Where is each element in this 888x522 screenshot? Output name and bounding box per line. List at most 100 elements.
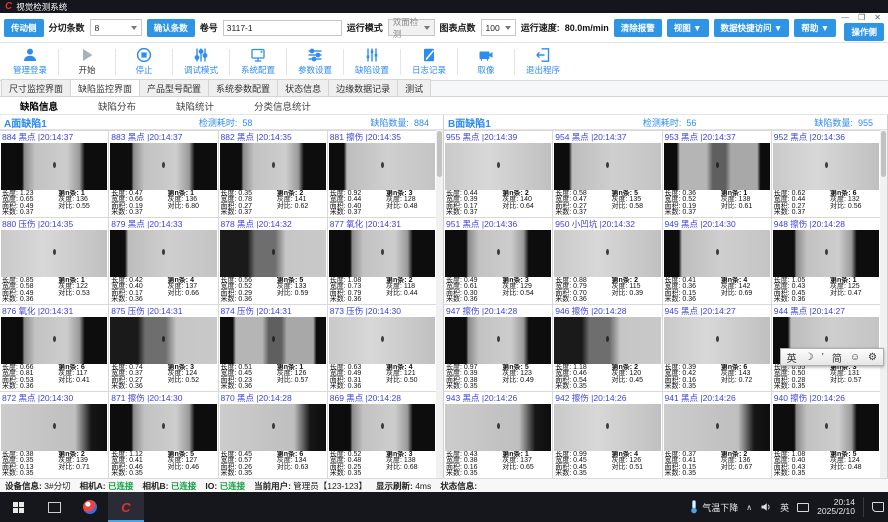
defect-cell[interactable]: 942 擦伤 |20:14:26 长度: 0.99宽度: 0.45面积: 0.4…: [553, 392, 661, 478]
defect-cell[interactable]: 879 黑点 |20:14:33 长度: 0.42宽度: 0.40面积: 0.1…: [109, 218, 217, 304]
help-menu-button[interactable]: 帮助 ▼: [794, 19, 836, 37]
scrollbar-thumb[interactable]: [437, 131, 442, 177]
defect-cell[interactable]: 872 黑点 |20:14:30 长度: 0.38宽度: 0.35面积: 0.1…: [0, 392, 108, 478]
defect-cell[interactable]: 883 黑点 |20:14:37 长度: 0.47宽度: 0.66面积: 0.1…: [109, 131, 217, 217]
defect-cell[interactable]: 869 黑点 |20:14:28 长度: 0.52宽度: 0.48面积: 0.2…: [328, 392, 436, 478]
emoji-icon[interactable]: ☺: [850, 352, 860, 363]
cell-contrast: 对比: 6.80: [168, 204, 216, 210]
action-center-icon[interactable]: [872, 502, 884, 512]
roll-number-input[interactable]: [223, 20, 342, 36]
tab-main-缺陷监控界面[interactable]: 缺陷监控界面: [70, 79, 140, 96]
defect-cell[interactable]: 877 氧化 |20:14:31 长度: 1.08宽度: 0.73面积: 0.7…: [328, 218, 436, 304]
panel-b-scrollbar[interactable]: [880, 130, 887, 478]
toolbar-button-sliders-h[interactable]: 参数设置: [287, 47, 343, 76]
slit-count-select[interactable]: 8: [90, 19, 142, 36]
panel-a-scrollbar[interactable]: [436, 130, 443, 478]
language-indicator[interactable]: 英: [780, 501, 789, 514]
defect-cell[interactable]: 881 擦伤 |20:14:35 长度: 0.92宽度: 0.44面积: 0.4…: [328, 131, 436, 217]
tab-sub-缺陷统计[interactable]: 缺陷统计: [156, 99, 234, 113]
defect-cell-header: 949 黑点 |20:14:30: [663, 218, 771, 230]
defect-cell[interactable]: 941 黑点 |20:14:26 长度: 0.37宽度: 0.41面积: 0.1…: [663, 392, 771, 478]
tab-sub-缺陷信息[interactable]: 缺陷信息: [0, 99, 78, 113]
defect-cell[interactable]: 946 擦伤 |20:14:28 长度: 1.18宽度: 0.46面积: 0.5…: [553, 305, 661, 391]
data-quick-access-menu-button[interactable]: 数据快捷访问 ▼: [714, 19, 790, 37]
chart-points-select[interactable]: 100: [481, 19, 516, 36]
volume-icon[interactable]: [760, 501, 772, 513]
task-view-button[interactable]: [36, 492, 72, 522]
sogou-ime-taskbar-button[interactable]: [72, 492, 108, 522]
defect-cell[interactable]: 880 压伤 |20:14:35 长度: 0.85宽度: 0.58面积: 0.4…: [0, 218, 108, 304]
scrollbar-thumb[interactable]: [881, 131, 886, 177]
cell-metrics-left: 长度: 0.62宽度: 0.44面积: 0.27米数: 0.37: [774, 191, 830, 217]
tab-main-测试[interactable]: 测试: [397, 79, 431, 96]
punctuation-icon[interactable]: ’: [822, 352, 824, 363]
defect-cell[interactable]: 955 黑点 |20:14:39 长度: 0.44宽度: 0.39面积: 0.1…: [444, 131, 552, 217]
toolbar-button-monitor[interactable]: 系统配置: [230, 47, 286, 76]
toolbar-button-log[interactable]: 日志记录: [401, 47, 457, 76]
tab-main-系统参数配置[interactable]: 系统参数配置: [208, 79, 278, 96]
close-icon[interactable]: ✕: [874, 14, 881, 22]
minimize-icon[interactable]: —: [841, 14, 849, 22]
tab-main-状态信息[interactable]: 状态信息: [277, 79, 329, 96]
toolbar-button-sliders-v[interactable]: 调试模式: [173, 47, 229, 76]
defect-cell[interactable]: 949 黑点 |20:14:30 长度: 0.41宽度: 0.36面积: 0.1…: [663, 218, 771, 304]
defect-cell[interactable]: 876 氧化 |20:14:31 长度: 0.66宽度: 0.81面积: 0.5…: [0, 305, 108, 391]
cell-meters: 米数: 0.36: [330, 384, 386, 390]
defect-cell[interactable]: 871 擦伤 |20:14:30 长度: 1.12宽度: 0.41面积: 0.4…: [109, 392, 217, 478]
defect-mark: [272, 336, 275, 342]
defect-cell[interactable]: 882 黑点 |20:14:35 长度: 0.35宽度: 0.78面积: 0.2…: [219, 131, 327, 217]
defect-cell-info: 长度: 1.23宽度: 0.65面积: 0.49米数: 0.37 第n条: 1灰…: [0, 190, 108, 217]
defect-cell[interactable]: 870 黑点 |20:14:28 长度: 0.45宽度: 0.57面积: 0.2…: [219, 392, 327, 478]
cell-contrast: 对比: 0.45: [612, 378, 660, 384]
drive-side-button[interactable]: 传动侧: [4, 19, 44, 37]
cell-contrast: 对比: 0.61: [721, 204, 769, 210]
toolbar-button-levels[interactable]: 缺陷设置: [344, 47, 400, 76]
ime-mode-icon[interactable]: ☽: [805, 352, 814, 363]
operate-side-button[interactable]: 操作侧: [844, 23, 884, 41]
defect-cell[interactable]: 952 黑点 |20:14:36 长度: 0.62宽度: 0.44面积: 0.2…: [772, 131, 880, 217]
maximize-icon[interactable]: ❐: [858, 14, 865, 22]
defect-cell[interactable]: 953 黑点 |20:14:37 长度: 0.36宽度: 0.52面积: 0.1…: [663, 131, 771, 217]
toolbar-button-user[interactable]: 管理登录: [2, 47, 58, 76]
defect-cell[interactable]: 945 黑点 |20:14:27 长度: 0.39宽度: 0.42面积: 0.1…: [663, 305, 771, 391]
view-menu-button[interactable]: 视图 ▼: [667, 19, 709, 37]
defect-cell[interactable]: 950 小凹坑 |20:14:32 长度: 0.88宽度: 0.79面积: 0.…: [553, 218, 661, 304]
defect-cell[interactable]: 884 黑点 |20:14:37 长度: 1.23宽度: 0.65面积: 0.4…: [0, 131, 108, 217]
cell-contrast: 对比: 0.52: [168, 378, 216, 384]
start-button[interactable]: [0, 492, 36, 522]
sogou-ime-icon: [83, 500, 97, 514]
run-mode-select[interactable]: 双面检测: [388, 19, 435, 36]
defect-cell[interactable]: 948 擦伤 |20:14:28 长度: 1.05宽度: 0.43面积: 0.4…: [772, 218, 880, 304]
clear-alarm-button[interactable]: 清除报警: [614, 19, 662, 37]
toolbar-button-stop[interactable]: 停止: [116, 47, 172, 76]
tray-expand-icon[interactable]: ∧: [746, 503, 752, 512]
toolbar-button-exit[interactable]: 退出程序: [515, 47, 571, 76]
confirm-count-button[interactable]: 确认条数: [147, 19, 195, 37]
lang-en-toggle[interactable]: 英: [787, 350, 797, 365]
tab-main-产品型号配置[interactable]: 产品型号配置: [139, 79, 209, 96]
tab-sub-分类信息统计[interactable]: 分类信息统计: [234, 99, 331, 113]
defect-cell[interactable]: 875 压伤 |20:14:31 长度: 0.74宽度: 0.37面积: 0.2…: [109, 305, 217, 391]
defect-cell[interactable]: 947 擦伤 |20:14:28 长度: 0.97宽度: 0.39面积: 0.3…: [444, 305, 552, 391]
defect-cell[interactable]: 943 黑点 |20:14:26 长度: 0.43宽度: 0.38面积: 0.1…: [444, 392, 552, 478]
defect-cell[interactable]: 873 压伤 |20:14:30 长度: 0.63宽度: 0.49面积: 0.3…: [328, 305, 436, 391]
tab-sub-缺陷分布[interactable]: 缺陷分布: [78, 99, 156, 113]
gear-icon[interactable]: ⚙: [868, 352, 877, 363]
lang-simplified-toggle[interactable]: 简: [832, 350, 842, 365]
defect-cell[interactable]: 954 黑点 |20:14:37 长度: 0.58宽度: 0.47面积: 0.2…: [553, 131, 661, 217]
defect-cell[interactable]: 951 黑点 |20:14:36 长度: 0.49宽度: 0.61面积: 0.3…: [444, 218, 552, 304]
cell-contrast: 对比: 0.56: [830, 204, 878, 210]
defect-cell[interactable]: 874 压伤 |20:14:31 长度: 0.51宽度: 0.45面积: 0.2…: [219, 305, 327, 391]
toolbar-button-camera[interactable]: 取像: [458, 47, 514, 76]
ime-language-bar[interactable]: 英 ☽ ’ 简 ☺ ⚙: [780, 348, 884, 366]
weather-tray-item[interactable]: 气温下降: [689, 500, 738, 514]
tab-main-尺寸监控界面[interactable]: 尺寸监控界面: [1, 79, 71, 96]
tab-main-边缘数据记录[interactable]: 边缘数据记录: [328, 79, 398, 96]
taskbar-clock[interactable]: 20:14 2025/2/10: [817, 498, 855, 516]
chevron-down-icon: [424, 26, 430, 30]
defect-cell[interactable]: 940 擦伤 |20:14:26 长度: 1.08宽度: 0.40面积: 0.4…: [772, 392, 880, 478]
defect-cell[interactable]: 878 黑点 |20:14:32 长度: 0.56宽度: 0.52面积: 0.2…: [219, 218, 327, 304]
inspection-app-taskbar-button[interactable]: C: [108, 492, 144, 522]
toolbar-button-play[interactable]: 开始: [59, 47, 115, 76]
touch-keyboard-icon[interactable]: [797, 503, 809, 512]
